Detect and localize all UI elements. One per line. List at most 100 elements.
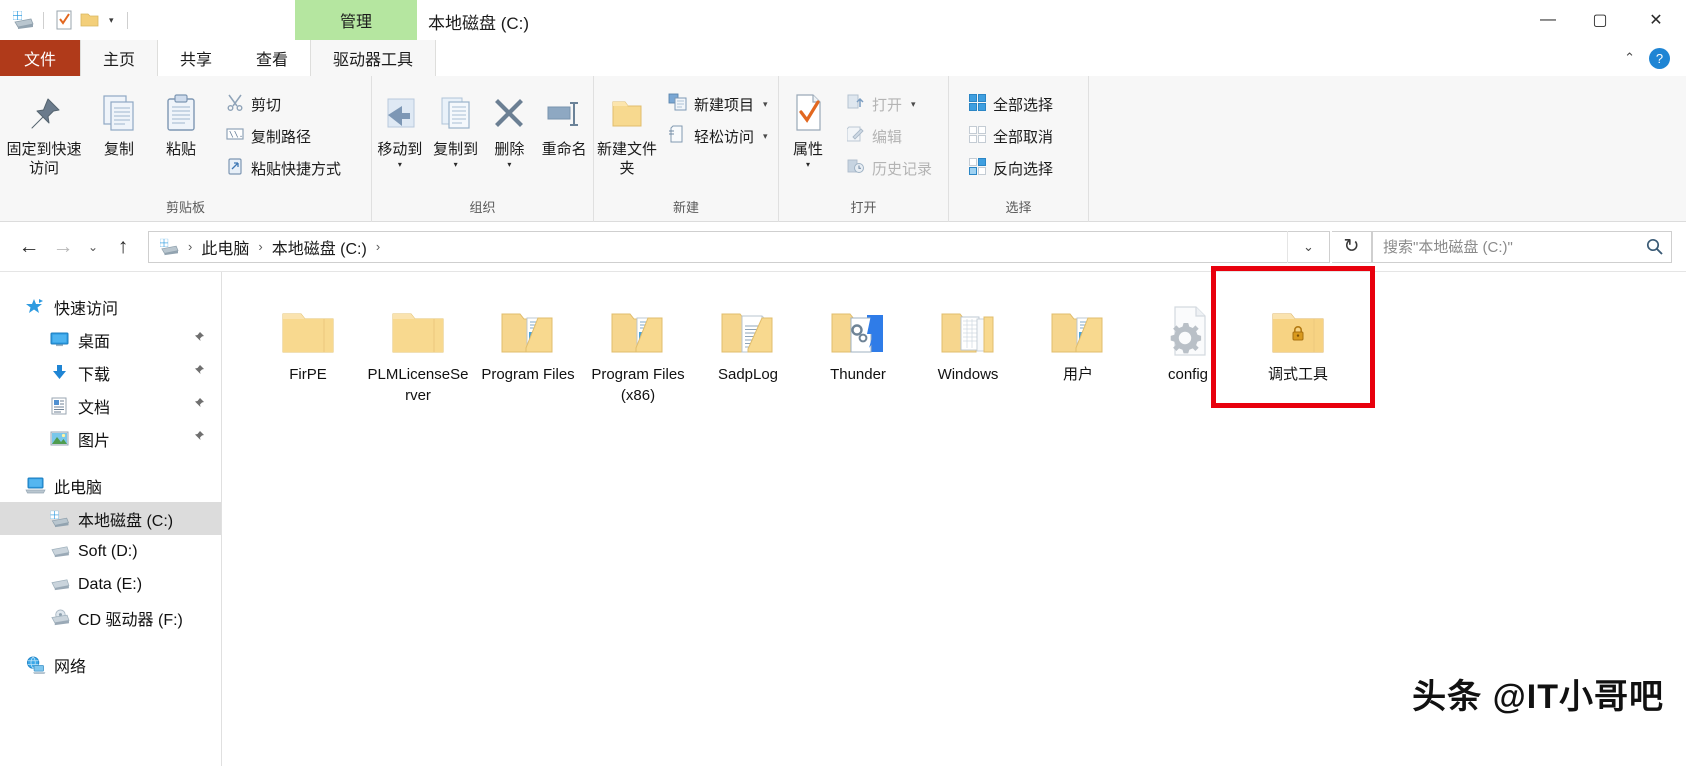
caption-buttons: — ▢ ✕: [1522, 0, 1686, 40]
file-item-sadplog[interactable]: SadpLog: [693, 286, 803, 406]
file-item-thunder[interactable]: Thunder: [803, 286, 913, 406]
breadcrumb-separator-1[interactable]: ›: [249, 239, 271, 254]
history-button[interactable]: 历史记录: [841, 154, 938, 183]
close-button[interactable]: ✕: [1626, 0, 1686, 40]
select-all-button[interactable]: 全部选择: [963, 90, 1059, 119]
sidebar-item-network[interactable]: 网络: [0, 648, 221, 681]
invert-selection-button[interactable]: 反向选择: [963, 154, 1059, 183]
tab-home[interactable]: 主页: [80, 40, 158, 76]
sidebar-item-data-e[interactable]: Data (E:): [0, 568, 221, 601]
sidebar-item-cd-drive-f[interactable]: CD 驱动器 (F:): [0, 601, 221, 634]
open-caret-icon[interactable]: ▾: [911, 99, 916, 110]
up-button[interactable]: ↑: [106, 230, 140, 264]
copy-button[interactable]: 复制: [88, 84, 150, 159]
minimize-button[interactable]: —: [1522, 0, 1574, 40]
pin-icon[interactable]: [191, 397, 205, 414]
new-item-caret-icon[interactable]: ▾: [763, 99, 768, 110]
sidebar-item-soft-d[interactable]: Soft (D:): [0, 535, 221, 568]
easy-access-caret-icon[interactable]: ▾: [763, 131, 768, 142]
search-icon[interactable]: [1646, 238, 1663, 255]
pin-icon[interactable]: [191, 331, 205, 348]
new-folder-button[interactable]: 新建文件夹: [594, 84, 660, 178]
file-item-firpe[interactable]: FirPE: [253, 286, 363, 406]
select-none-button[interactable]: 全部取消: [963, 122, 1059, 151]
sidebar-gap-2: [0, 634, 221, 648]
open-small-commands: 打开 ▾ 编辑: [841, 84, 938, 183]
refresh-button[interactable]: ↻: [1332, 231, 1372, 263]
pin-to-quick-access-button[interactable]: 固定到快速访问: [0, 84, 88, 178]
delete-button[interactable]: 删除 ▾: [484, 84, 536, 169]
easy-access-button[interactable]: 轻松访问 ▾: [662, 122, 774, 151]
breadcrumb-local-disk-c[interactable]: 本地磁盘 (C:): [272, 235, 367, 259]
rename-button[interactable]: 重命名: [535, 84, 593, 159]
sidebar-item-downloads[interactable]: 下载: [0, 356, 221, 389]
file-item-plmlicenseserver[interactable]: PLMLicenseServer: [363, 286, 473, 406]
sidebar-item-documents[interactable]: 文档: [0, 389, 221, 422]
paste-button[interactable]: 粘贴: [150, 84, 212, 159]
properties-button[interactable]: 属性 ▾: [779, 84, 837, 169]
sidebar-item-pictures[interactable]: 图片: [0, 422, 221, 455]
address-path-box[interactable]: › 此电脑 › 本地磁盘 (C:) › ⌄: [148, 231, 1330, 263]
properties-caret-icon[interactable]: ▾: [806, 160, 810, 169]
breadcrumb-separator-2[interactable]: ›: [367, 239, 389, 254]
folder-locked-icon: [1267, 294, 1329, 358]
chevron-down-icon[interactable]: ▾: [103, 15, 120, 26]
tab-file[interactable]: 文件: [0, 40, 80, 76]
ribbon-group-new-title: 新建: [594, 200, 778, 222]
svg-text:\\..: \\..: [229, 130, 244, 139]
address-history-caret-icon[interactable]: ⌄: [1287, 231, 1329, 263]
help-icon[interactable]: ?: [1649, 48, 1670, 69]
new-item-button[interactable]: 新建项目 ▾: [662, 90, 774, 119]
sidebar-item-desktop[interactable]: 桌面: [0, 323, 221, 356]
ribbon-group-organize: 移动到 ▾: [372, 76, 594, 222]
tab-share[interactable]: 共享: [158, 40, 234, 76]
ribbon-group-new: 新建文件夹 新建项目 ▾: [594, 76, 779, 222]
select-commands: 全部选择 全部取消: [963, 84, 1059, 183]
file-item-users[interactable]: 用户: [1023, 286, 1133, 406]
recent-locations-button[interactable]: ⌄: [80, 230, 106, 264]
forward-button[interactable]: →: [46, 230, 80, 264]
breadcrumb-this-pc[interactable]: 此电脑: [201, 235, 249, 259]
invert-selection-icon: [969, 158, 986, 180]
search-input[interactable]: 搜索"本地磁盘 (C:)": [1372, 231, 1672, 263]
config-file-icon: [1157, 294, 1219, 358]
open-button[interactable]: 打开 ▾: [841, 90, 938, 119]
invert-selection-label: 反向选择: [993, 158, 1053, 179]
delete-caret-icon[interactable]: ▾: [507, 160, 511, 169]
copy-to-caret-icon[interactable]: ▾: [454, 160, 458, 169]
copy-to-icon: [436, 90, 476, 136]
new-folder-icon[interactable]: [77, 7, 103, 33]
breadcrumb-separator-0[interactable]: ›: [179, 239, 201, 254]
tab-drive-tools[interactable]: 驱动器工具: [310, 40, 436, 76]
pin-icon[interactable]: [191, 430, 205, 447]
back-button[interactable]: ←: [12, 230, 46, 264]
copy-to-button[interactable]: 复制到 ▾: [428, 84, 484, 169]
maximize-button[interactable]: ▢: [1574, 0, 1626, 40]
file-item-program-files-x86[interactable]: Program Files (x86): [583, 286, 693, 406]
edit-button[interactable]: 编辑: [841, 122, 938, 151]
move-to-button[interactable]: 移动到 ▾: [372, 84, 428, 169]
copy-path-button[interactable]: \\.. 复制路径: [220, 122, 347, 151]
scissors-icon: [226, 93, 244, 116]
tab-view[interactable]: 查看: [234, 40, 310, 76]
collapse-ribbon-icon[interactable]: ⌃: [1624, 50, 1635, 66]
paste-shortcut-button[interactable]: 粘贴快捷方式: [220, 154, 347, 183]
sidebar-item-label: 文档: [78, 394, 110, 418]
properties-checkbox-icon[interactable]: [51, 7, 77, 33]
sidebar-item-quick-access[interactable]: 快速访问: [0, 290, 221, 323]
folder-docs-icon: [497, 294, 559, 358]
folder-docs-icon: [1047, 294, 1109, 358]
pin-icon[interactable]: [191, 364, 205, 381]
file-item-label: Windows: [916, 364, 1020, 385]
cut-button[interactable]: 剪切: [220, 90, 347, 119]
file-item-windows[interactable]: Windows: [913, 286, 1023, 406]
file-item-debug-tools[interactable]: 调式工具: [1243, 286, 1353, 406]
sidebar-item-this-pc[interactable]: 此电脑: [0, 469, 221, 502]
paste-label: 粘贴: [166, 140, 196, 159]
sidebar-gap: [0, 455, 221, 469]
file-item-program-files[interactable]: Program Files: [473, 286, 583, 406]
drive-icon[interactable]: [10, 7, 36, 33]
move-to-caret-icon[interactable]: ▾: [398, 160, 402, 169]
file-item-config[interactable]: config: [1133, 286, 1243, 406]
sidebar-item-local-disk-c[interactable]: 本地磁盘 (C:): [0, 502, 221, 535]
